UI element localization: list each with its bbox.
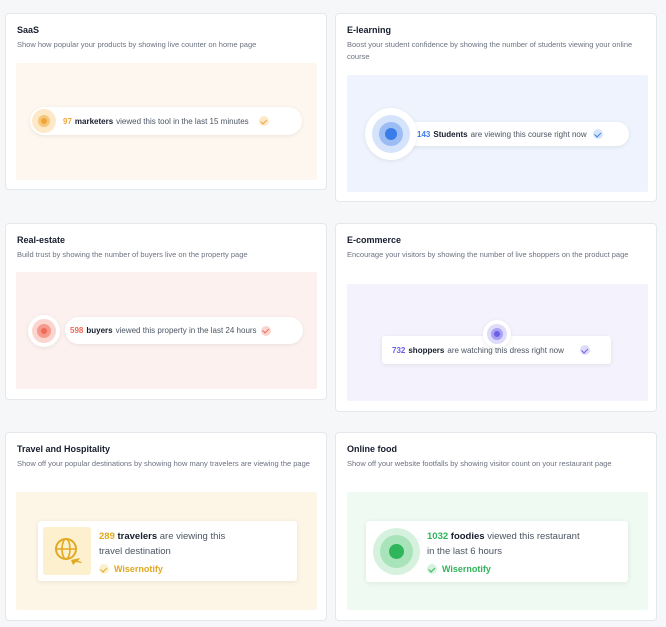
live-pulse-core xyxy=(494,331,500,337)
card-title: Online food xyxy=(347,444,397,454)
card-title: E-learning xyxy=(347,25,392,35)
card-description: Boost your student confidence by showing… xyxy=(347,40,633,61)
visitor-count: 289 xyxy=(99,531,115,542)
live-counter-pill: 598 buyers viewed this property in the l… xyxy=(65,317,303,344)
live-pulse-core xyxy=(389,544,404,559)
visitor-count: 732 xyxy=(392,345,406,355)
counter-text: viewed this tool in the last 15 minutes xyxy=(116,116,249,126)
check-circle-icon xyxy=(579,345,590,355)
brand-badge: Wisernotify xyxy=(427,564,491,574)
notification-text-1: viewed this restaurant xyxy=(487,531,580,542)
card-description: Encourage your visitors by showing the n… xyxy=(347,250,629,259)
card-e-commerce: E-commerce Encourage your visitors by sh… xyxy=(335,223,657,412)
visitor-noun: shoppers xyxy=(408,345,445,355)
card-description: Show off your popular destinations by sh… xyxy=(17,459,310,468)
live-pulse-core xyxy=(41,118,47,124)
brand-name: Wisernotify xyxy=(114,564,163,574)
visitor-count: 143 xyxy=(417,129,431,139)
card-saas: SaaS Show how popular your products by s… xyxy=(5,13,327,190)
visitor-count: 1032 xyxy=(427,531,449,542)
counter-text: are viewing this course right now xyxy=(470,129,587,139)
card-title: E-commerce xyxy=(347,235,402,245)
counter-text: are watching this dress right now xyxy=(447,345,564,355)
notification-card: 1032 foodies viewed this restaurant in t… xyxy=(366,521,628,582)
notification-text-2: travel destination xyxy=(99,546,171,557)
notification-card: 289 travelers are viewing this travel de… xyxy=(38,521,297,581)
notification-line-1: 289 travelers are viewing this xyxy=(99,531,225,542)
card-e-learning: E-learning Boost your student confidence… xyxy=(335,13,657,202)
live-counter-pill: 97 marketers viewed this tool in the las… xyxy=(30,107,302,135)
check-circle-icon xyxy=(592,129,603,139)
card-title: SaaS xyxy=(17,25,40,35)
preview-area: 97 marketers viewed this tool in the las… xyxy=(16,63,317,180)
card-description: Show off your website footfalls by showi… xyxy=(347,459,612,468)
notification-text-1: are viewing this xyxy=(159,531,226,542)
visitor-noun: buyers xyxy=(86,326,113,335)
card-title: Real-estate xyxy=(17,235,66,245)
preview-area: 289 travelers are viewing this travel de… xyxy=(16,492,317,610)
preview-area: 143 Students are viewing this course rig… xyxy=(347,75,648,192)
brand-name: Wisernotify xyxy=(442,564,491,574)
visitor-count: 598 xyxy=(70,326,84,335)
card-description: Show how popular your products by showin… xyxy=(17,40,257,49)
visitor-noun: foodies xyxy=(450,531,485,542)
counter-text: viewed this property in the last 24 hour… xyxy=(115,326,257,335)
live-pulse-core xyxy=(385,128,397,140)
card-description: Build trust by showing the number of buy… xyxy=(17,250,248,259)
preview-area: 1032 foodies viewed this restaurant in t… xyxy=(347,492,648,610)
visitor-noun: travelers xyxy=(117,531,158,542)
brand-badge: Wisernotify xyxy=(99,564,163,574)
notification-text-2: in the last 6 hours xyxy=(427,546,502,557)
check-circle-icon xyxy=(260,325,271,336)
live-pulse-core xyxy=(41,328,47,334)
visitor-count: 97 xyxy=(63,116,72,126)
visitor-noun: Students xyxy=(433,129,468,139)
preview-area: 598 buyers viewed this property in the l… xyxy=(16,272,317,389)
card-title: Travel and Hospitality xyxy=(17,444,111,454)
globe-plane-icon xyxy=(43,527,91,575)
check-circle-icon xyxy=(258,116,269,126)
card-travel-hospitality: Travel and Hospitality Show off your pop… xyxy=(5,432,327,621)
check-circle-icon xyxy=(99,564,109,574)
visitor-noun: marketers xyxy=(74,116,114,126)
check-circle-icon xyxy=(427,564,437,574)
card-online-food: Online food Show off your website footfa… xyxy=(335,432,657,621)
notification-line-1: 1032 foodies viewed this restaurant xyxy=(427,531,580,542)
card-real-estate: Real-estate Build trust by showing the n… xyxy=(5,223,327,400)
preview-area: 732 shoppers are watching this dress rig… xyxy=(347,284,648,401)
